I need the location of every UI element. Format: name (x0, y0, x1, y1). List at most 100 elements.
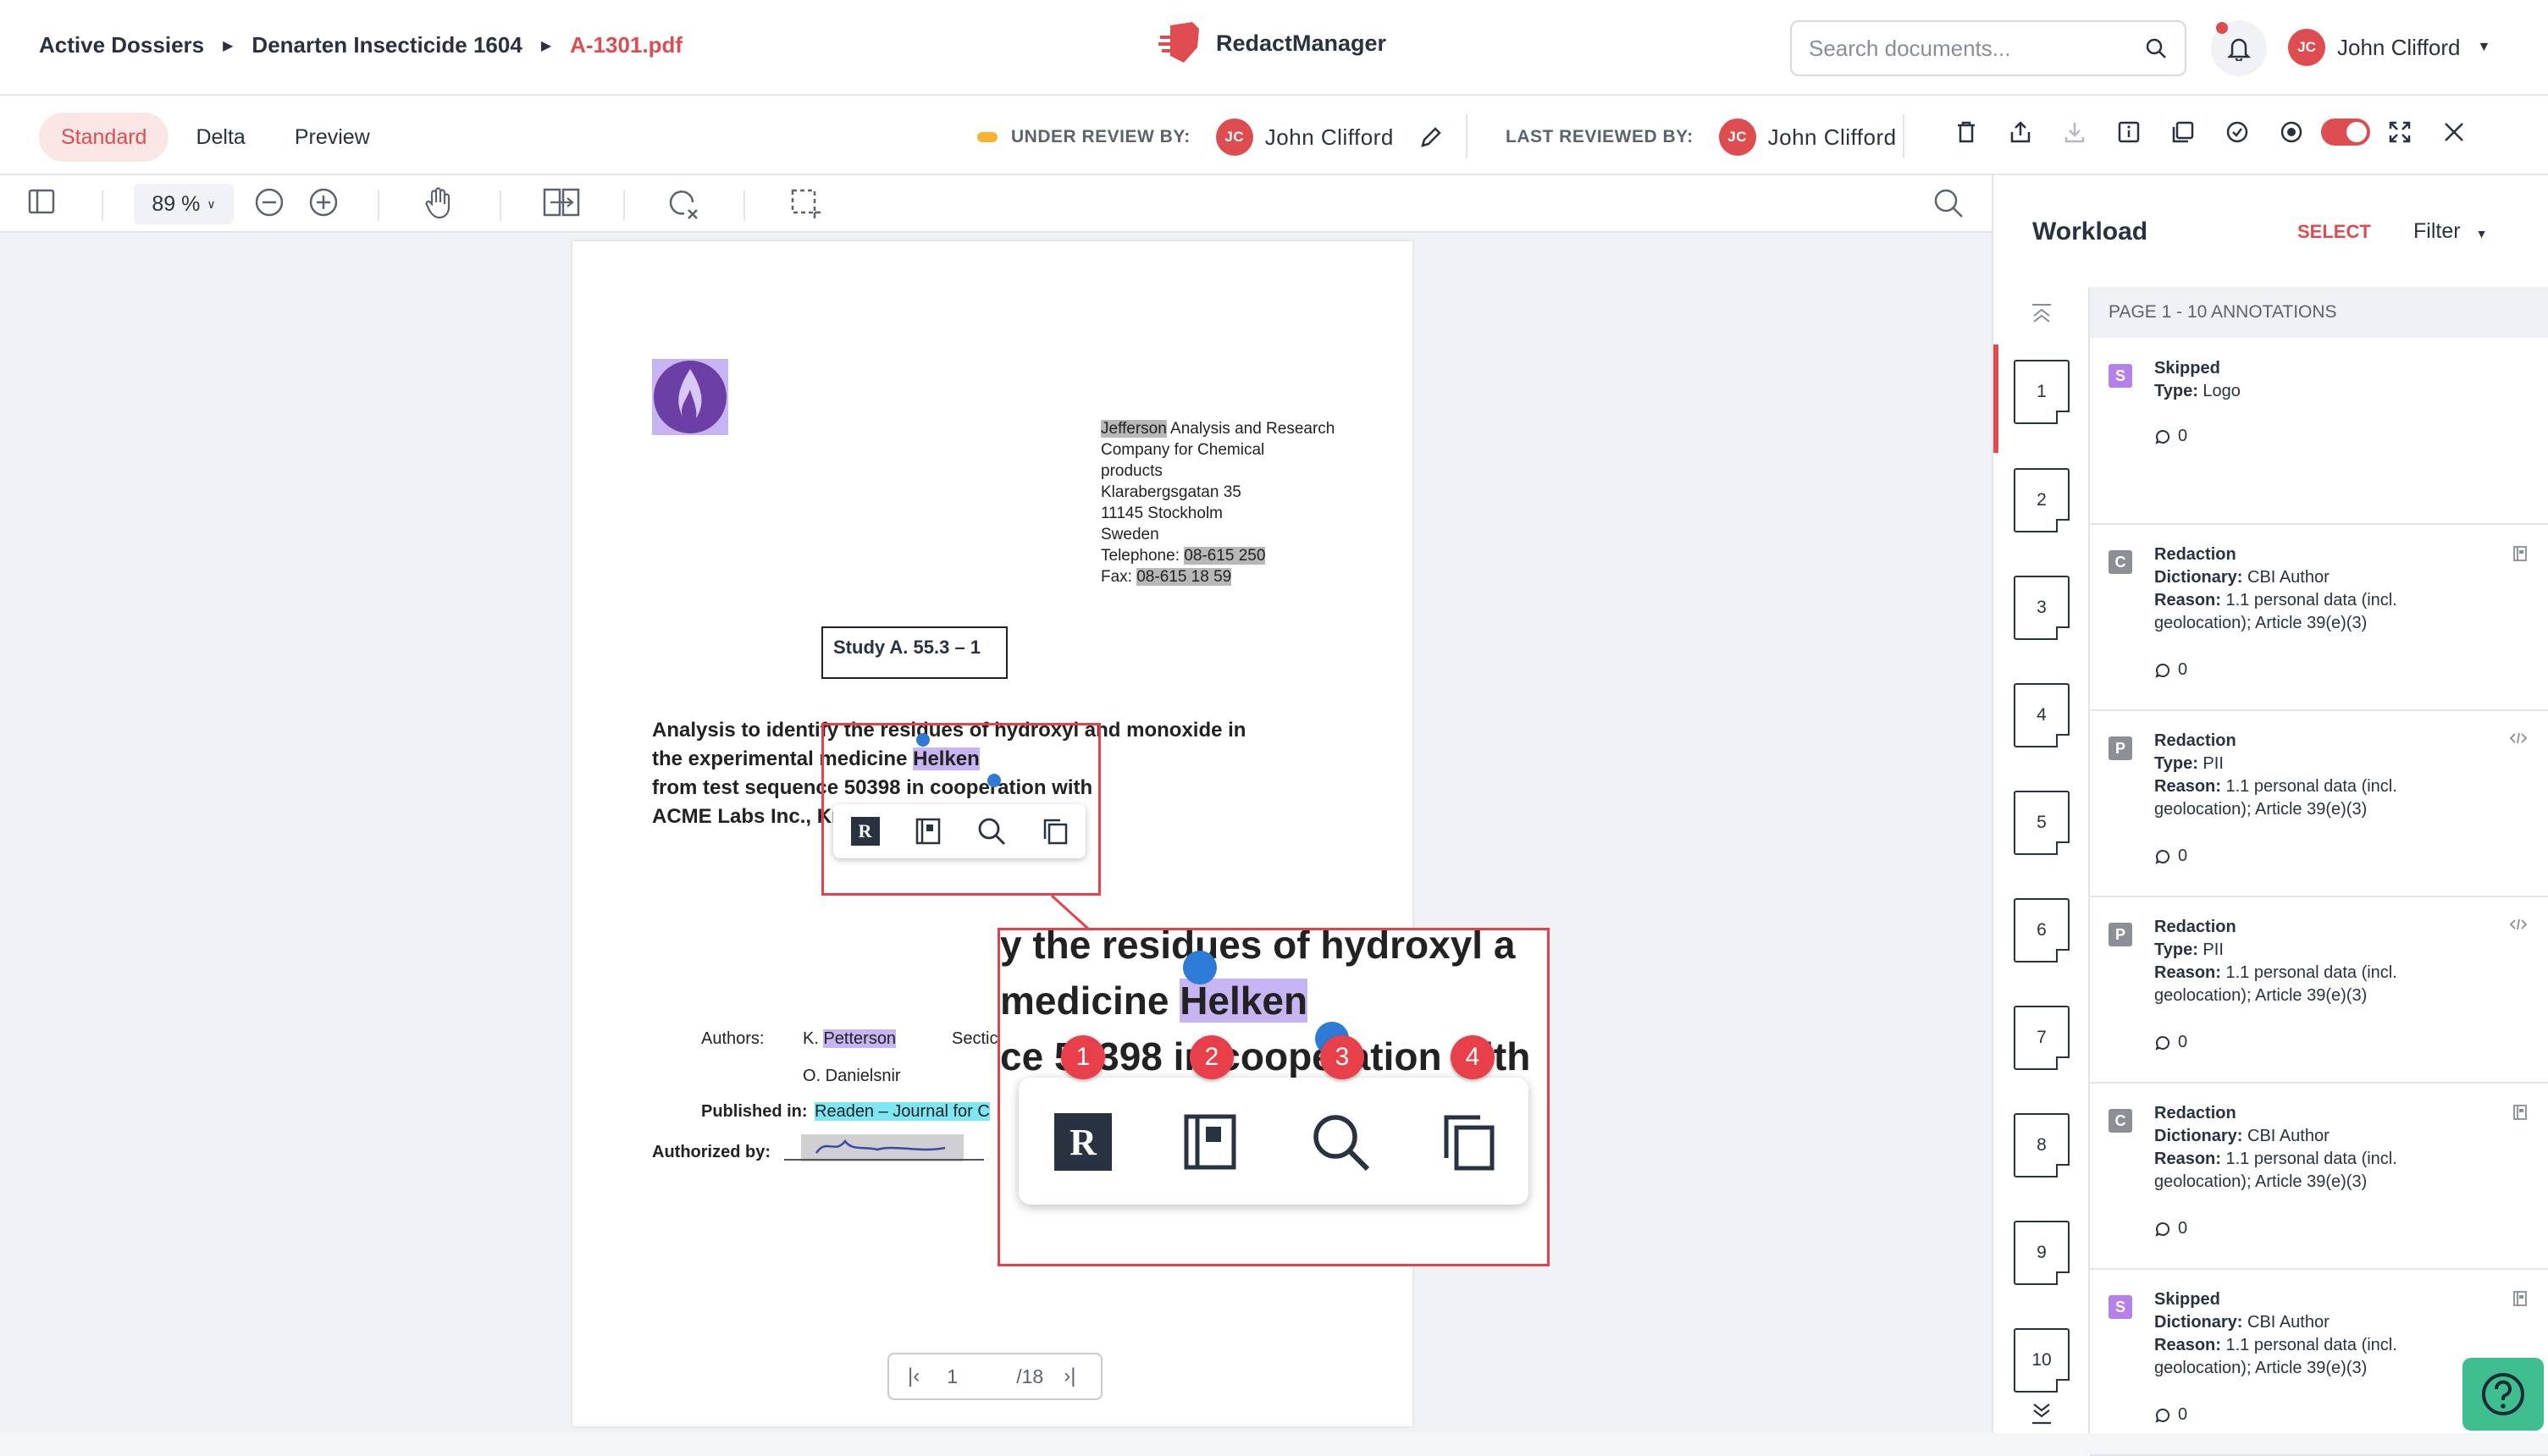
redaction-highlight[interactable]: Helken (1180, 979, 1308, 1023)
close-button[interactable] (2427, 121, 2481, 143)
notification-dot (2216, 22, 2228, 34)
last-page-icon[interactable]: ›| (1064, 1365, 1075, 1388)
first-page-icon[interactable]: |‹ (908, 1365, 920, 1388)
scroll-top-icon[interactable] (2029, 302, 2054, 324)
study-box: Study A. 55.3 – 1 (821, 626, 1008, 679)
annotation-card[interactable]: C Redaction Dictionary: CBI Author Reason: … (2090, 525, 2548, 711)
clear-highlights-button[interactable] (667, 187, 701, 221)
search-icon[interactable] (2144, 36, 2168, 60)
page-thumbnail[interactable]: 8 (2014, 1113, 2070, 1177)
toggle-switch[interactable] (2319, 119, 2373, 146)
redaction-highlight[interactable]: Petterson (823, 1029, 897, 1048)
zoom-select[interactable]: 89 % ∨ (134, 184, 234, 224)
page-input[interactable]: 1 (947, 1365, 994, 1388)
callout-connector (1050, 894, 1091, 931)
redact-button[interactable]: R (1051, 1110, 1115, 1174)
filter-button[interactable]: Filter ▼ (2413, 219, 2487, 244)
redaction-highlight[interactable]: Jefferson (1101, 420, 1167, 438)
compare-button[interactable] (542, 187, 581, 218)
page-thumbnail[interactable]: 7 (2014, 1006, 2070, 1070)
section-label: Sectic (952, 1029, 998, 1048)
download-button[interactable] (2048, 120, 2102, 144)
add-to-dictionary-button[interactable] (1178, 1110, 1242, 1174)
comments-count[interactable]: 0 (2154, 847, 2187, 866)
page-thumbnail[interactable]: 2 (2014, 468, 2070, 532)
redact-button[interactable]: R (850, 817, 880, 846)
tab-preview[interactable]: Preview (273, 113, 392, 162)
page-thumbnail[interactable]: 1 (2014, 360, 2070, 424)
layers-button[interactable] (2156, 120, 2210, 144)
published-value: Readen – Journal for C (815, 1102, 990, 1122)
tab-delta[interactable]: Delta (174, 113, 267, 162)
annotation-card[interactable]: C Redaction Dictionary: CBI Author Reason: … (2090, 1084, 2548, 1270)
under-review: UNDER REVIEW BY: JC John Clifford (977, 119, 1443, 156)
zoom-in-icon (309, 188, 338, 217)
breadcrumb-dossier[interactable]: Denarten Insecticide 1604 (251, 32, 522, 58)
help-button[interactable] (2462, 1358, 2544, 1431)
copy-icon (1444, 1115, 1495, 1171)
page-thumbnail[interactable]: 4 (2014, 683, 2070, 747)
record-button[interactable] (2264, 120, 2319, 144)
document-icon (2513, 546, 2527, 561)
delete-button[interactable] (1939, 120, 1993, 144)
search-icon[interactable] (976, 816, 1007, 847)
top-bar: Active Dossiers ▶ Denarten Insecticide 1… (0, 0, 2548, 96)
user-menu[interactable]: JC John Clifford ▼ (2288, 29, 2490, 66)
redaction-highlight[interactable]: 08-615 250 (1184, 547, 1266, 565)
under-review-name: John Clifford (1264, 124, 1394, 150)
comments-count[interactable]: 0 (2154, 427, 2187, 446)
redaction-highlight[interactable]: 08-615 18 59 (1136, 568, 1232, 586)
comments-count[interactable]: 0 (2154, 1033, 2187, 1052)
page-thumbnail[interactable]: 6 (2014, 898, 2070, 962)
pencil-icon[interactable] (1419, 125, 1443, 149)
dictionary-icon[interactable] (915, 817, 942, 846)
notifications-button[interactable] (2211, 20, 2267, 76)
toggle-thumbnails-button[interactable] (27, 187, 56, 216)
layers-icon (2172, 121, 2194, 143)
hand-icon (425, 187, 450, 219)
document-icon (2513, 1291, 2527, 1306)
page-thumbnail[interactable]: 5 (2014, 791, 2070, 855)
copy-icon[interactable] (1042, 817, 1069, 846)
zoom-in-button[interactable] (308, 187, 339, 218)
address-line: Sweden (1101, 526, 1159, 543)
search-input[interactable]: Search documents... (1790, 20, 2186, 76)
comments-count[interactable]: 0 (2154, 660, 2187, 680)
annotation-card[interactable]: S Skipped Type: Logo 0 (2090, 339, 2548, 525)
scroll-bottom-icon[interactable] (2029, 1401, 2054, 1426)
document-icon (2513, 1105, 2527, 1120)
area-select-button[interactable] (789, 187, 821, 219)
annotation-field-value: CBI Author (2242, 1313, 2330, 1332)
annotations-header: PAGE 1 - 10 ANNOTATIONS (2090, 287, 2548, 338)
approve-button[interactable] (2210, 120, 2264, 144)
comments-count[interactable]: 0 (2154, 1405, 2187, 1425)
info-button[interactable] (2102, 120, 2156, 144)
breadcrumb-file[interactable]: A-1301.pdf (570, 32, 683, 58)
address-line: Klarabergsgatan 35 (1101, 483, 1241, 501)
pan-tool-button[interactable] (423, 187, 454, 219)
annotation-reason-label: Reason: (2154, 1150, 2221, 1168)
page-thumbnail[interactable]: 3 (2014, 576, 2070, 640)
annotation-card[interactable]: P Redaction Type: PII Reason: 1.1 personal … (2090, 897, 2548, 1084)
document-search-button[interactable] (1932, 187, 1965, 219)
select-button[interactable]: SELECT (2297, 221, 2371, 243)
comments-count[interactable]: 0 (2154, 1219, 2187, 1238)
breadcrumb-root[interactable]: Active Dossiers (39, 32, 204, 58)
page-thumbnail[interactable]: 10 (2014, 1328, 2070, 1393)
hint-highlight[interactable]: Readen – Journal for C (815, 1102, 990, 1121)
authors-label: Authors: (701, 1029, 765, 1048)
zoom-out-button[interactable] (254, 187, 285, 218)
annotation-field-label: Dictionary: (2154, 568, 2243, 587)
fullscreen-button[interactable] (2373, 120, 2427, 144)
page-thumbnail[interactable]: 9 (2014, 1221, 2070, 1285)
copy-button[interactable] (1437, 1110, 1501, 1174)
check-circle-icon (2226, 121, 2248, 143)
tab-standard[interactable]: Standard (39, 113, 169, 162)
search-text-button[interactable] (1308, 1110, 1373, 1174)
selection-handle[interactable] (1183, 951, 1217, 984)
share-button[interactable] (1993, 120, 2048, 144)
divider (1466, 114, 1467, 158)
divider (1903, 114, 1904, 158)
annotation-card[interactable]: P Redaction Type: PII Reason: 1.1 personal … (2090, 711, 2548, 897)
annotation-details: Redaction Dictionary: CBI Author Reason: 1… (2154, 543, 2510, 635)
